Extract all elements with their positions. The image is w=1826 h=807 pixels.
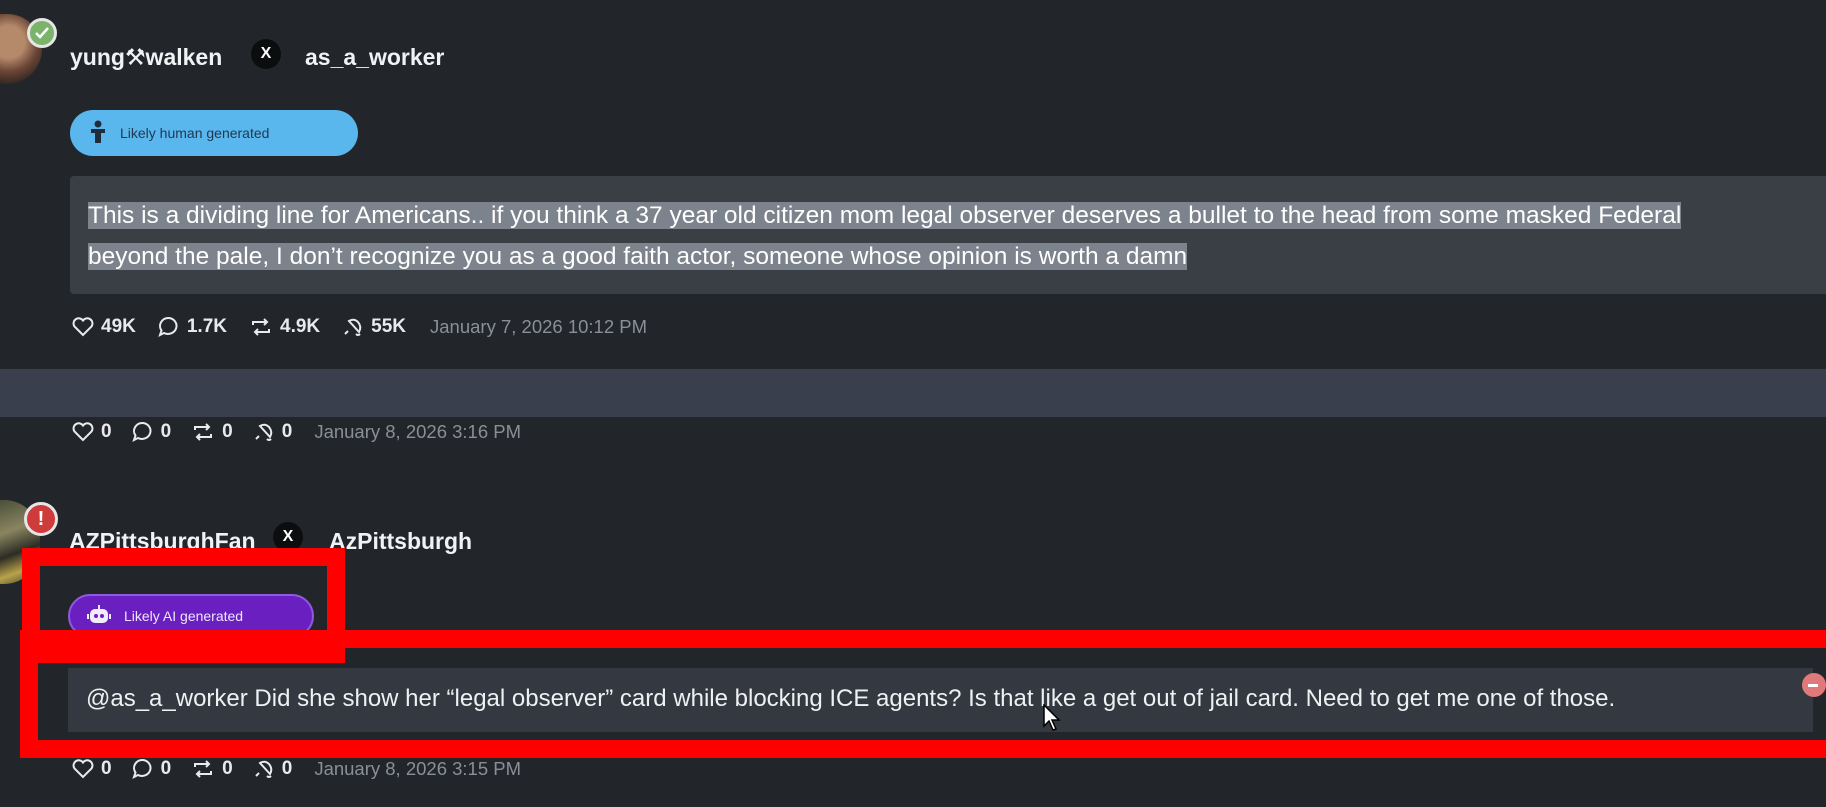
post-timestamp: January 8, 2026 3:16 PM xyxy=(314,421,522,442)
post-stats: 49K 1.7K 4.9K 55K January 7, 2026 10:12 … xyxy=(72,316,647,338)
post-stats: 0 0 0 0 January 8, 2026 3:15 PM xyxy=(72,758,521,780)
post-text-line: beyond the pale, I don’t recognize you a… xyxy=(88,243,1188,270)
badge-label: Likely human generated xyxy=(120,125,270,141)
heart-icon xyxy=(72,422,94,442)
ai-text-highlight-box xyxy=(20,630,1826,758)
post-timestamp: January 7, 2026 10:12 PM xyxy=(430,316,648,337)
repost-icon xyxy=(191,422,215,442)
reply-button[interactable]: 0 xyxy=(131,758,172,780)
post-text[interactable]: This is a dividing line for Americans.. … xyxy=(88,195,1826,277)
author-handle[interactable]: AzPittsburgh xyxy=(329,528,472,555)
repost-icon xyxy=(249,317,273,337)
heart-icon xyxy=(72,317,94,337)
like-button[interactable]: 0 xyxy=(72,758,112,780)
human-generated-badge: Likely human generated xyxy=(70,110,358,156)
like-button[interactable]: 0 xyxy=(72,421,112,443)
verified-check-icon xyxy=(27,18,57,48)
repost-count: 0 xyxy=(222,758,233,779)
boost-button[interactable]: 0 xyxy=(253,758,293,780)
boost-button[interactable]: 55K xyxy=(342,316,406,338)
boost-count: 55K xyxy=(371,316,406,337)
boost-count: 0 xyxy=(281,758,293,779)
post-timestamp: January 8, 2026 3:15 PM xyxy=(314,758,522,779)
warning-icon: ! xyxy=(24,502,58,536)
thread-divider xyxy=(0,369,1826,417)
like-button[interactable]: 49K xyxy=(72,316,136,338)
person-icon xyxy=(88,120,108,147)
comment-icon xyxy=(131,758,154,780)
bell-icon xyxy=(253,421,275,443)
like-count: 0 xyxy=(101,421,112,442)
boost-button[interactable]: 0 xyxy=(253,421,293,443)
bell-icon xyxy=(253,758,275,780)
reply-count: 1.7K xyxy=(186,316,227,337)
author-handle[interactable]: as_a_worker xyxy=(305,44,444,71)
repost-button[interactable]: 0 xyxy=(191,421,233,443)
x-logo-icon: X xyxy=(251,39,281,69)
bell-icon xyxy=(342,316,364,338)
repost-button[interactable]: 4.9K xyxy=(249,316,320,338)
heart-icon xyxy=(72,759,94,779)
like-count: 49K xyxy=(101,316,136,337)
comment-icon xyxy=(131,421,154,443)
reply-button[interactable]: 1.7K xyxy=(158,316,227,338)
reply-count: 0 xyxy=(160,758,172,779)
comment-icon xyxy=(158,316,180,338)
reply-button[interactable]: 0 xyxy=(131,421,172,443)
repost-count: 0 xyxy=(222,421,233,442)
like-count: 0 xyxy=(101,758,112,779)
repost-button[interactable]: 0 xyxy=(191,758,233,780)
post-stats: 0 0 0 0 January 8, 2026 3:16 PM xyxy=(72,421,521,443)
author-display-name[interactable]: yung⚒walken xyxy=(70,44,222,71)
boost-count: 0 xyxy=(281,421,293,442)
post-text-line: This is a dividing line for Americans.. … xyxy=(88,202,1682,229)
repost-count: 4.9K xyxy=(280,316,321,337)
reply-count: 0 xyxy=(160,421,172,442)
repost-icon xyxy=(191,759,215,779)
